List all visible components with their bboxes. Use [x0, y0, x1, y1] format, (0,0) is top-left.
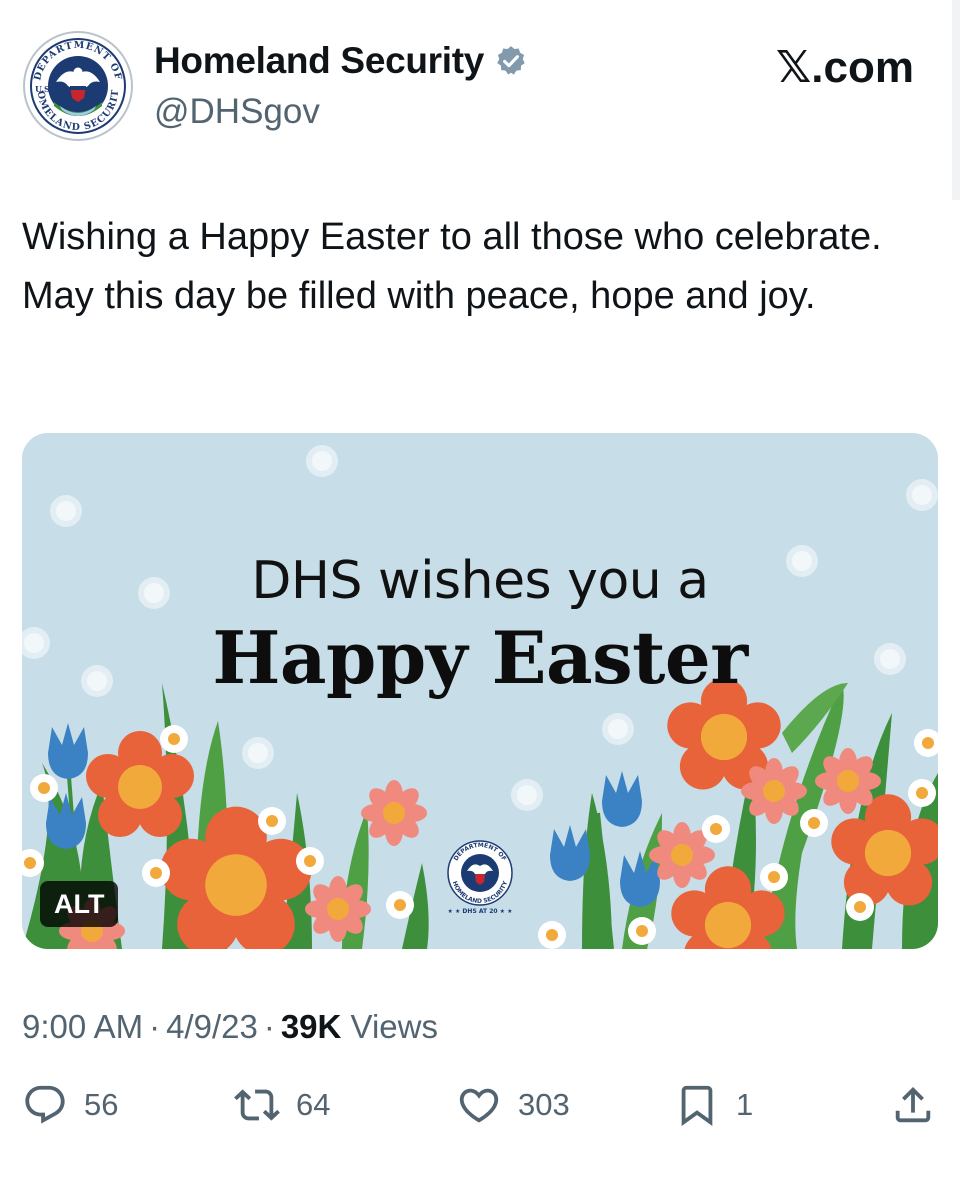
reply-count: 56 — [84, 1087, 119, 1122]
dhs-at-20-seal-icon: DEPARTMENT OF HOMELAND SECURITY ★ ★ DHS … — [447, 840, 513, 915]
display-name[interactable]: Homeland Security — [154, 40, 528, 82]
bookmark-icon — [681, 1085, 713, 1126]
views-count[interactable]: 39K — [281, 1008, 342, 1045]
media-image[interactable]: DEPARTMENT OF HOMELAND SECURITY ★ ★ DHS … — [22, 433, 938, 949]
reply-icon — [25, 1085, 65, 1124]
repost-button[interactable]: 64 — [234, 1082, 330, 1128]
share-button[interactable] — [890, 1082, 936, 1128]
tweet-meta: 9:00 AM · 4/9/23 · 39K Views — [22, 1008, 438, 1046]
source-label: 𝕏.com — [775, 43, 914, 92]
handle[interactable]: @DHSgov — [154, 92, 320, 132]
share-icon — [895, 1086, 931, 1123]
tweet-text: Wishing a Happy Easter to all those who … — [22, 216, 882, 317]
svg-text:★ ★ DHS AT 20 ★ ★: ★ ★ DHS AT 20 ★ ★ — [448, 908, 513, 915]
bookmark-button[interactable]: 1 — [674, 1082, 753, 1128]
avatar[interactable]: DEPARTMENT OF HOMELAND SECURITY U.S. — [22, 30, 134, 142]
card-greeting-line1: DHS wishes you a — [251, 551, 709, 611]
verified-badge-icon — [497, 46, 525, 75]
action-bar: 56 64 303 1 — [0, 1082, 960, 1142]
scroll-edge — [952, 0, 960, 200]
reply-button[interactable]: 56 — [22, 1082, 118, 1128]
display-name-text[interactable]: Homeland Security — [154, 40, 484, 82]
repost-count: 64 — [296, 1087, 331, 1122]
views-label[interactable]: Views — [351, 1008, 438, 1045]
card-greeting-line2: Happy Easter — [212, 615, 748, 700]
like-button[interactable]: 303 — [456, 1082, 570, 1128]
tweet-time[interactable]: 9:00 AM — [22, 1008, 143, 1045]
alt-text-button[interactable]: ALT — [40, 881, 119, 927]
repost-icon — [234, 1089, 280, 1121]
heart-icon — [459, 1088, 499, 1123]
meta-separator: · — [149, 1008, 161, 1045]
bookmark-count: 1 — [736, 1087, 754, 1122]
tweet-date[interactable]: 4/9/23 — [166, 1008, 258, 1045]
meta-separator: · — [263, 1008, 275, 1045]
dhs-seal-icon: DEPARTMENT OF HOMELAND SECURITY U.S. — [22, 30, 133, 141]
like-count: 303 — [518, 1087, 570, 1122]
